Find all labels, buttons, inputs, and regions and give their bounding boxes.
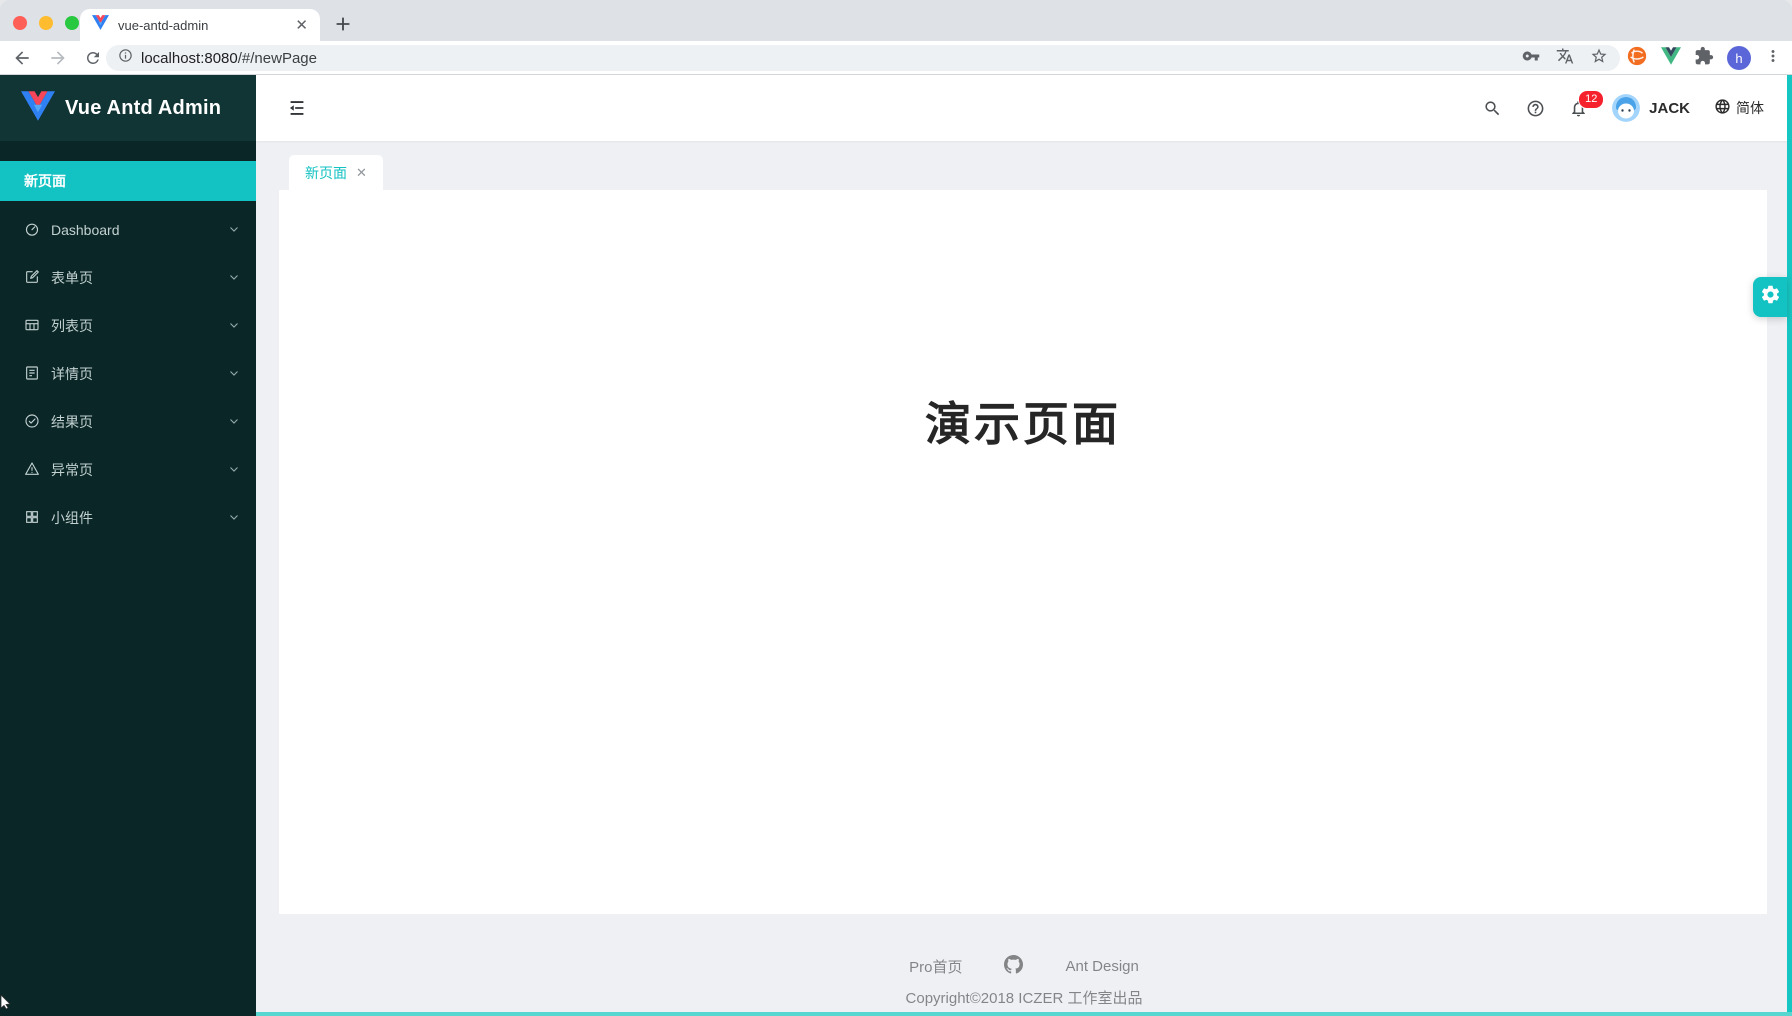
- traffic-lights: [13, 16, 79, 30]
- settings-drawer-edge: [1787, 75, 1792, 1016]
- block-icon: [24, 509, 40, 528]
- vue-devtools-icon[interactable]: [1661, 47, 1681, 70]
- search-icon[interactable]: [1483, 99, 1502, 118]
- maximize-window-button[interactable]: [65, 16, 79, 30]
- copyright-text: Copyright©2018 ICZER 工作室出品: [906, 987, 1143, 1008]
- sidebar-item-list[interactable]: 列表页: [0, 306, 256, 346]
- forward-icon[interactable]: [48, 48, 68, 68]
- chevron-down-icon: [228, 414, 240, 430]
- chevron-down-icon: [228, 366, 240, 382]
- browser-window: vue-antd-admin ✕ localhost:8080/#/newPag…: [0, 0, 1792, 1016]
- sidebar-item-result[interactable]: 结果页: [0, 402, 256, 442]
- dashboard-icon: [24, 221, 40, 240]
- sidebar: Vue Antd Admin 新页面 Dashboard: [0, 75, 256, 1016]
- chevron-down-icon: [228, 462, 240, 478]
- browser-menu-icon[interactable]: [1764, 47, 1782, 70]
- browser-toolbar: localhost:8080/#/newPage: [0, 41, 1792, 75]
- language-switch[interactable]: 简体: [1714, 98, 1764, 118]
- page-tab-active[interactable]: 新页面 ✕: [289, 155, 383, 190]
- browser-tab-title: vue-antd-admin: [118, 18, 286, 33]
- settings-gear-button[interactable]: [1753, 277, 1787, 317]
- profile-icon: [24, 365, 40, 384]
- check-circle-icon: [24, 413, 40, 432]
- minimize-window-button[interactable]: [39, 16, 53, 30]
- username: JACK: [1649, 100, 1690, 117]
- notifications-bell-icon[interactable]: 12: [1569, 99, 1588, 118]
- app-header: 12 JACK: [256, 75, 1792, 141]
- url-host: localhost:8080: [141, 50, 238, 67]
- chevron-down-icon: [228, 510, 240, 526]
- password-key-icon[interactable]: [1522, 47, 1540, 70]
- close-window-button[interactable]: [13, 16, 27, 30]
- app-root: Vue Antd Admin 新页面 Dashboard: [0, 75, 1792, 1016]
- page-tabbar: 新页面 ✕: [256, 141, 1792, 190]
- new-tab-button[interactable]: [332, 13, 354, 40]
- browser-tabstrip: vue-antd-admin ✕: [0, 0, 1792, 41]
- refresh-icon[interactable]: [84, 49, 102, 67]
- sidebar-item-exception[interactable]: 异常页: [0, 450, 256, 490]
- menu-fold-icon[interactable]: [286, 97, 308, 119]
- footer-link-ant-design[interactable]: Ant Design: [1065, 958, 1138, 975]
- browser-tab-close-icon[interactable]: ✕: [295, 18, 308, 33]
- address-bar[interactable]: localhost:8080/#/newPage: [106, 45, 1620, 71]
- back-icon[interactable]: [12, 48, 32, 68]
- main-area: 12 JACK: [256, 75, 1792, 1016]
- sidebar-item-detail[interactable]: 详情页: [0, 354, 256, 394]
- gear-icon: [1760, 284, 1781, 310]
- github-icon[interactable]: [1004, 955, 1023, 978]
- vue-favicon-icon: [92, 15, 109, 35]
- bookmark-star-icon[interactable]: [1590, 47, 1608, 70]
- extension-orange-icon[interactable]: [1626, 45, 1648, 72]
- sidebar-item-widgets[interactable]: 小组件: [0, 498, 256, 538]
- translate-icon[interactable]: [1556, 47, 1574, 70]
- chevron-down-icon: [228, 270, 240, 286]
- avatar: [1612, 94, 1640, 122]
- footer-link-pro-home[interactable]: Pro首页: [909, 956, 962, 977]
- url-text: localhost:8080/#/newPage: [141, 50, 317, 67]
- browser-tab[interactable]: vue-antd-admin ✕: [80, 9, 320, 41]
- page-title: 演示页面: [279, 190, 1767, 454]
- logo-title: Vue Antd Admin: [65, 97, 221, 120]
- sidebar-item-dashboard[interactable]: Dashboard: [0, 210, 256, 250]
- table-icon: [24, 317, 40, 336]
- page-info-icon[interactable]: [118, 48, 133, 68]
- help-icon[interactable]: [1526, 99, 1545, 118]
- user-menu[interactable]: JACK: [1612, 94, 1690, 122]
- mouse-cursor: [0, 995, 11, 1014]
- chevron-down-icon: [228, 318, 240, 334]
- app-logo[interactable]: Vue Antd Admin: [0, 75, 256, 141]
- vue-logo-icon: [21, 91, 55, 126]
- sidebar-item-new-page[interactable]: 新页面: [0, 161, 256, 201]
- sidebar-item-form[interactable]: 表单页: [0, 258, 256, 298]
- sidebar-menu: 新页面 Dashboard: [0, 141, 256, 538]
- extensions-puzzle-icon[interactable]: [1694, 46, 1714, 71]
- notification-badge: 12: [1578, 90, 1604, 109]
- warning-icon: [24, 461, 40, 480]
- browser-profile-avatar[interactable]: h: [1727, 46, 1751, 70]
- global-footer: Pro首页 Ant Design Copyright©2018 ICZER 工作…: [256, 914, 1792, 1012]
- language-label: 简体: [1736, 98, 1764, 118]
- chevron-down-icon: [228, 222, 240, 238]
- form-icon: [24, 269, 40, 288]
- content-card: 演示页面: [279, 190, 1767, 914]
- page-tab-close-icon[interactable]: ✕: [356, 165, 367, 181]
- url-path: /#/newPage: [238, 50, 317, 67]
- page-tab-label: 新页面: [305, 163, 347, 183]
- page-bottom-edge: [256, 1012, 1792, 1016]
- globe-icon: [1714, 98, 1731, 118]
